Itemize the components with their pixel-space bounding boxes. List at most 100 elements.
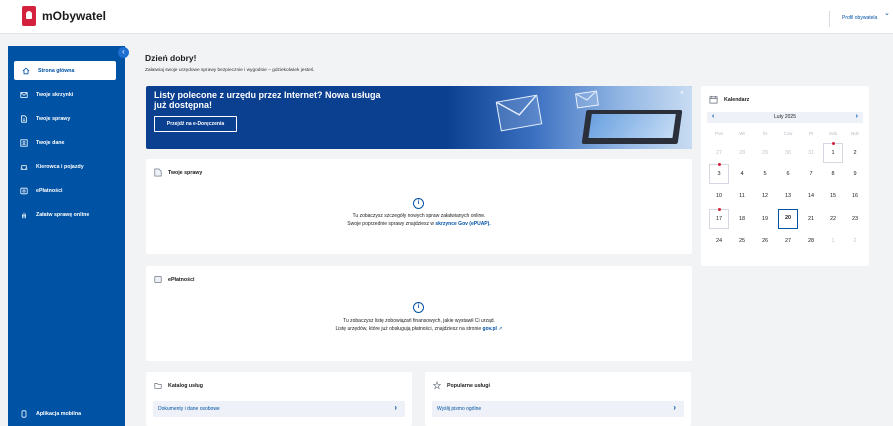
calendar-weekday: Pt bbox=[808, 131, 814, 136]
calendar-day[interactable]: 24 bbox=[709, 231, 729, 251]
calendar-weekday: Sob bbox=[828, 131, 837, 136]
info-line: Tu zobaczysz listę zobowiązań finansowyc… bbox=[343, 318, 495, 324]
calendar-day[interactable]: 1 bbox=[823, 231, 843, 251]
info-line-prefix: Swoje poprzednie sprawy znajdziesz w bbox=[347, 221, 434, 227]
event-dot-icon bbox=[718, 208, 721, 211]
calendar-weekday: Ndz bbox=[850, 131, 859, 136]
calendar-day[interactable]: 6 bbox=[778, 164, 798, 184]
calendar-day[interactable]: 31 bbox=[801, 143, 821, 163]
card-header: Katalog usług bbox=[154, 381, 203, 390]
calendar-day[interactable]: 18 bbox=[732, 209, 752, 229]
document-icon bbox=[154, 168, 162, 177]
popular-row-general-letter[interactable]: Wyślij pismo ogólne › bbox=[432, 401, 684, 417]
calendar-day[interactable]: 14 bbox=[801, 186, 821, 206]
epuap-link[interactable]: skrzynce Gov (ePUAP). bbox=[435, 221, 490, 227]
banner-title: Listy polecone z urzędu przez Internet? … bbox=[154, 90, 381, 110]
govpl-link[interactable]: gov.pl bbox=[483, 326, 497, 332]
calendar-month: Luty 2025 bbox=[774, 114, 796, 120]
chevron-down-icon[interactable]: ⌄ bbox=[884, 9, 890, 17]
event-dot-icon bbox=[718, 163, 721, 166]
calendar-day[interactable]: 25 bbox=[732, 231, 752, 251]
calendar-day[interactable]: 21 bbox=[801, 209, 821, 229]
sidebar-item-mailboxes[interactable]: Twoje skrzynki bbox=[8, 86, 125, 104]
calendar-day[interactable]: 27 bbox=[778, 231, 798, 251]
calendar-day[interactable]: 2 bbox=[845, 143, 865, 163]
info-line: Tu zobaczysz szczegóły nowych spraw zała… bbox=[352, 213, 486, 219]
calendar-day[interactable]: 23 bbox=[845, 209, 865, 229]
card-title: Popularne usługi bbox=[447, 382, 490, 389]
info-text: Tu zobaczysz szczegóły nowych spraw zała… bbox=[146, 212, 692, 228]
document-icon bbox=[20, 115, 28, 123]
sidebar-item-label: Załatw sprawę online bbox=[36, 212, 90, 218]
close-icon[interactable]: × bbox=[680, 90, 684, 97]
calendar-day[interactable]: 28 bbox=[801, 231, 821, 251]
sidebar-item-label: Aplikacja mobilna bbox=[36, 411, 82, 417]
calendar-day[interactable]: 30 bbox=[778, 143, 798, 163]
sidebar-item-label: Strona główna bbox=[38, 67, 75, 74]
calendar-day[interactable]: 22 bbox=[823, 209, 843, 229]
profile-menu[interactable]: Profil obywatela bbox=[842, 15, 877, 21]
page-title: Dzień dobry! bbox=[145, 53, 197, 63]
sidebar-item-home[interactable]: Strona główna bbox=[14, 61, 116, 80]
popular-card: Popularne usługi Wyślij pismo ogólne › bbox=[425, 372, 691, 426]
info-line-2: Listę urzędów, które już obsługują płatn… bbox=[146, 325, 692, 333]
chevron-right-icon[interactable]: › bbox=[856, 113, 858, 120]
payment-icon bbox=[154, 275, 162, 284]
calendar-day[interactable]: 27 bbox=[709, 143, 729, 163]
calendar-day[interactable]: 13 bbox=[778, 186, 798, 206]
calendar-day[interactable]: 8 bbox=[823, 164, 843, 184]
sidebar-item-payments[interactable]: ePłatności bbox=[8, 182, 125, 200]
sidebar-item-cases[interactable]: Twoje sprawy bbox=[8, 110, 125, 128]
calendar-day[interactable]: 20 bbox=[778, 209, 798, 229]
calendar-day[interactable]: 4 bbox=[732, 164, 752, 184]
sidebar-item-online-service[interactable]: Załatw sprawę online bbox=[8, 206, 125, 224]
calendar-day[interactable]: 3 bbox=[709, 163, 729, 184]
envelope-icon bbox=[575, 90, 599, 109]
star-icon bbox=[433, 381, 441, 390]
sidebar-item-label: Twoje skrzynki bbox=[36, 92, 74, 98]
calendar-weekday: Wt bbox=[739, 131, 745, 136]
external-link-icon: ↗ bbox=[498, 326, 503, 332]
chevron-right-icon: › bbox=[673, 403, 676, 412]
calendar-day[interactable]: 9 bbox=[845, 164, 865, 184]
calendar-day[interactable]: 16 bbox=[845, 186, 865, 206]
calendar-day[interactable]: 28 bbox=[732, 143, 752, 163]
sidebar-collapse-button[interactable]: ‹ bbox=[118, 47, 129, 58]
laptop-illustration bbox=[581, 110, 683, 144]
info-text: Tu zobaczysz listę zobowiązań finansowyc… bbox=[146, 317, 692, 333]
info-line-2: Swoje poprzednie sprawy znajdziesz w skr… bbox=[146, 220, 692, 228]
calendar-day[interactable]: 12 bbox=[755, 186, 775, 206]
app-logo[interactable]: mObywatel bbox=[22, 6, 106, 26]
mail-icon bbox=[20, 91, 28, 99]
calendar-day[interactable]: 2 bbox=[845, 231, 865, 251]
folder-icon bbox=[154, 381, 162, 390]
e-delivery-button[interactable]: Przejdź na e-Doręczenia bbox=[154, 116, 237, 132]
home-icon bbox=[22, 67, 30, 75]
sidebar-item-vehicles[interactable]: Kierowca i pojazdy bbox=[8, 158, 125, 176]
calendar-day[interactable]: 19 bbox=[755, 209, 775, 229]
calendar-day[interactable]: 10 bbox=[709, 186, 729, 206]
sidebar-item-data[interactable]: Twoje dane bbox=[8, 134, 125, 152]
calendar-day[interactable]: 26 bbox=[755, 231, 775, 251]
chevron-right-icon: › bbox=[394, 403, 397, 412]
calendar-day[interactable]: 11 bbox=[732, 186, 752, 206]
calendar-day[interactable]: 5 bbox=[755, 164, 775, 184]
card-header: Popularne usługi bbox=[433, 381, 490, 390]
cases-card: Twoje sprawy i Tu zobaczysz szczegóły no… bbox=[146, 159, 692, 254]
calendar-day[interactable]: 1 bbox=[823, 142, 843, 163]
payments-card: ePłatności i Tu zobaczysz listę zobowiąz… bbox=[146, 266, 692, 361]
topbar-divider bbox=[829, 11, 830, 27]
calendar-day[interactable]: 15 bbox=[823, 186, 843, 206]
calendar-day[interactable]: 7 bbox=[801, 164, 821, 184]
card-header: Twoje sprawy bbox=[154, 168, 202, 177]
calendar-icon bbox=[709, 95, 718, 104]
sidebar-item-label: Twoje sprawy bbox=[36, 116, 71, 122]
id-card-icon bbox=[20, 139, 28, 147]
sidebar-item-mobile-app[interactable]: Aplikacja mobilna bbox=[8, 405, 125, 423]
calendar-day[interactable]: 29 bbox=[755, 143, 775, 163]
catalog-row-documents[interactable]: Dokumenty i dane osobowe › bbox=[153, 401, 405, 417]
calendar-day[interactable]: 17 bbox=[709, 208, 729, 229]
promo-banner: Listy polecone z urzędu przez Internet? … bbox=[146, 86, 692, 149]
calendar-weekday: Czw bbox=[783, 131, 793, 136]
calendar-weekday: Pon bbox=[714, 131, 723, 136]
